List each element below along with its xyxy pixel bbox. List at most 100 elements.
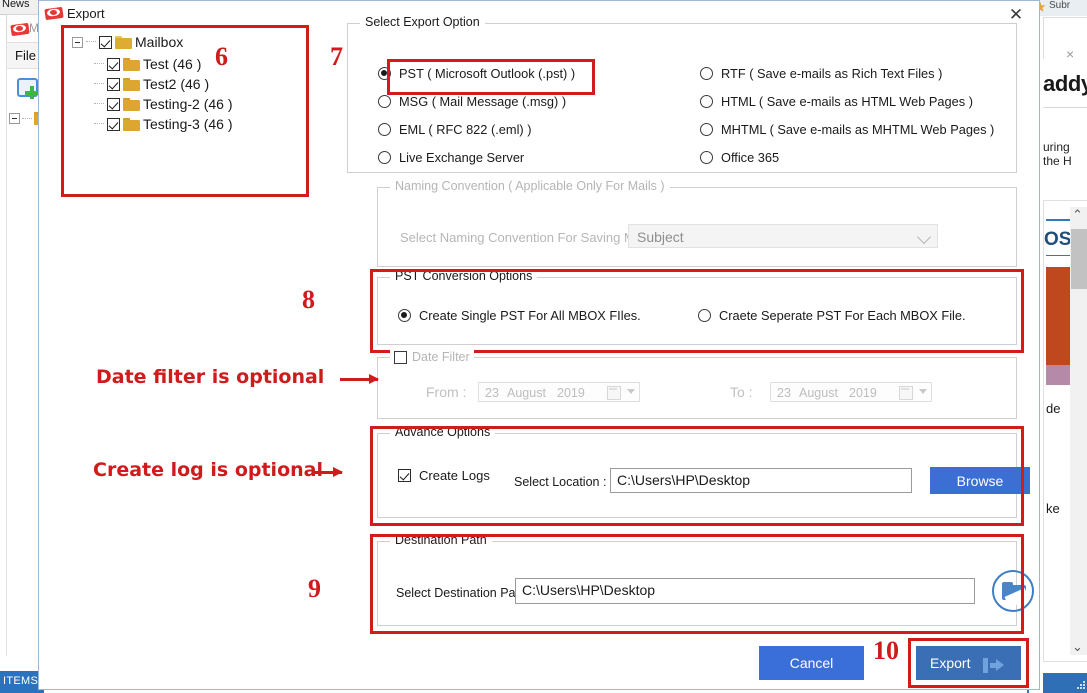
from-year: 2019 xyxy=(557,386,585,400)
tree-children: Test (46 ) Test2 (46 ) Testing-2 (46 ) xyxy=(94,54,232,134)
tree-root-label: Mailbox xyxy=(135,34,183,50)
background-right-snippet-1: de xyxy=(1046,401,1060,416)
export-option-html-label: HTML ( Save e-mails as HTML Web Pages ) xyxy=(721,94,973,109)
naming-convention-legend: Naming Convention ( Applicable Only For … xyxy=(390,179,670,193)
export-option-eml[interactable]: EML ( RFC 822 (.eml) ) xyxy=(378,122,532,137)
naming-convention-value: Subject xyxy=(637,229,684,245)
date-filter-from-label: From : xyxy=(426,384,466,400)
annotation-arrow-date-filter xyxy=(340,378,378,381)
export-option-rtf[interactable]: RTF ( Save e-mails as Rich Text Files ) xyxy=(700,66,942,81)
radio-msg[interactable] xyxy=(378,95,391,108)
background-right-bottombar xyxy=(1043,673,1087,693)
mail-icon xyxy=(11,22,29,40)
folder-icon xyxy=(123,118,140,131)
chevron-down-icon[interactable] xyxy=(919,389,927,394)
naming-convention-select[interactable]: Subject xyxy=(628,224,938,248)
checkbox-test[interactable] xyxy=(107,58,120,71)
mail-icon xyxy=(45,6,63,24)
checkbox-date-filter[interactable] xyxy=(394,351,407,364)
highlight-box-export-button xyxy=(908,638,1029,688)
folder-icon xyxy=(123,78,140,91)
calendar-icon[interactable] xyxy=(899,386,913,400)
radio-live-exchange[interactable] xyxy=(378,151,391,164)
annotation-number-6: 6 xyxy=(215,42,228,72)
background-right-brand-text: addy xyxy=(1043,71,1087,97)
scrollbar-thumb[interactable] xyxy=(1071,229,1087,289)
tree-connector xyxy=(94,83,104,85)
tree-item[interactable]: Test (46 ) xyxy=(94,54,232,74)
checkbox-testing-2[interactable] xyxy=(107,98,120,111)
radio-eml[interactable] xyxy=(378,123,391,136)
export-dialog: Export ✕ Mailbox Test (46 ) xyxy=(38,0,1040,690)
radio-rtf[interactable] xyxy=(700,67,713,80)
export-option-msg[interactable]: MSG ( Mail Message (.msg) ) xyxy=(378,94,566,109)
chevron-down-icon[interactable] xyxy=(627,389,635,394)
background-right-snippet-2: ke xyxy=(1046,501,1060,516)
scroll-up-icon[interactable]: ⌃ xyxy=(1072,207,1083,223)
tree-item-label: Testing-2 (46 ) xyxy=(143,96,232,112)
annotation-number-8: 8 xyxy=(302,285,315,315)
tree-item[interactable]: Testing-2 (46 ) xyxy=(94,94,232,114)
export-option-msg-label: MSG ( Mail Message (.msg) ) xyxy=(399,94,566,109)
tree-connector xyxy=(94,103,104,105)
date-filter-group: Date Filter From : 23 August 2019 To : 2… xyxy=(377,357,1017,419)
checkbox-mailbox[interactable] xyxy=(99,36,112,49)
folder-open-icon xyxy=(115,36,132,49)
annotation-number-9: 9 xyxy=(308,574,321,604)
select-export-option-group: Select Export Option PST ( Microsoft Out… xyxy=(347,23,1017,173)
resize-grip-icon[interactable] xyxy=(1077,681,1087,691)
annotation-date-filter-note: Date filter is optional xyxy=(96,366,324,388)
export-option-eml-label: EML ( RFC 822 (.eml) ) xyxy=(399,122,532,137)
cancel-button[interactable]: Cancel xyxy=(759,646,864,680)
tree-item[interactable]: Testing-3 (46 ) xyxy=(94,114,232,134)
tree-expander-icon[interactable] xyxy=(72,37,83,48)
export-option-office365-label: Office 365 xyxy=(721,150,779,165)
annotation-create-log-note: Create log is optional xyxy=(93,459,323,481)
export-option-rtf-label: RTF ( Save e-mails as Rich Text Files ) xyxy=(721,66,942,81)
background-right-article-card: OST de ke ⌃ ⌄ xyxy=(1043,200,1087,662)
chevron-down-icon xyxy=(917,230,931,244)
tree-item-label: Test2 (46 ) xyxy=(143,76,209,92)
tree-connector xyxy=(94,63,104,65)
calendar-icon[interactable] xyxy=(607,386,621,400)
background-right-titlebar: × xyxy=(1043,17,1087,61)
to-year: 2019 xyxy=(849,386,877,400)
naming-convention-group: Naming Convention ( Applicable Only For … xyxy=(377,187,1017,267)
date-filter-legend: Date Filter xyxy=(412,350,470,364)
radio-html[interactable] xyxy=(700,95,713,108)
background-right-tab-label: Subr xyxy=(1049,0,1070,11)
background-left-tab-label: News xyxy=(2,0,30,10)
background-right-brand: addy xyxy=(1043,59,1087,108)
checkbox-testing-3[interactable] xyxy=(107,118,120,131)
tree-item[interactable]: Test2 (46 ) xyxy=(94,74,232,94)
to-day: 23 xyxy=(777,386,791,400)
highlight-box-pst-conversion xyxy=(370,269,1024,353)
date-filter-to-input[interactable]: 23 August 2019 xyxy=(770,382,932,402)
date-filter-from-input[interactable]: 23 August 2019 xyxy=(478,382,640,402)
radio-office365[interactable] xyxy=(700,151,713,164)
export-option-live-exchange[interactable]: Live Exchange Server xyxy=(378,150,524,165)
annotation-number-7: 7 xyxy=(330,42,343,72)
scroll-down-icon[interactable]: ⌄ xyxy=(1072,639,1083,655)
export-option-office365[interactable]: Office 365 xyxy=(700,150,779,165)
highlight-box-pst-option xyxy=(387,59,595,95)
tree-root-row[interactable]: Mailbox xyxy=(72,34,183,50)
tree-connector xyxy=(22,118,32,120)
export-option-mhtml[interactable]: MHTML ( Save e-mails as MHTML Web Pages … xyxy=(700,122,994,137)
from-month: August xyxy=(507,386,546,400)
checkbox-test2[interactable] xyxy=(107,78,120,91)
highlight-box-destination-path xyxy=(370,534,1024,634)
new-folder-icon[interactable] xyxy=(17,75,39,99)
radio-mhtml[interactable] xyxy=(700,123,713,136)
tree-connector xyxy=(94,123,104,125)
dialog-title: Export xyxy=(67,6,105,21)
background-right-scrollbar[interactable]: ⌃ ⌄ xyxy=(1070,207,1087,655)
mailbox-tree-panel: Mailbox Test (46 ) Test2 (46 ) xyxy=(61,25,309,197)
export-option-html[interactable]: HTML ( Save e-mails as HTML Web Pages ) xyxy=(700,94,973,109)
background-left-file-label: File xyxy=(15,48,36,63)
screen-root: News Ma File ITEMS xyxy=(0,0,1087,693)
tree-item-label: Testing-3 (46 ) xyxy=(143,116,232,132)
tree-item-label: Test (46 ) xyxy=(143,56,201,72)
background-tree-expander[interactable] xyxy=(9,113,20,124)
to-month: August xyxy=(799,386,838,400)
